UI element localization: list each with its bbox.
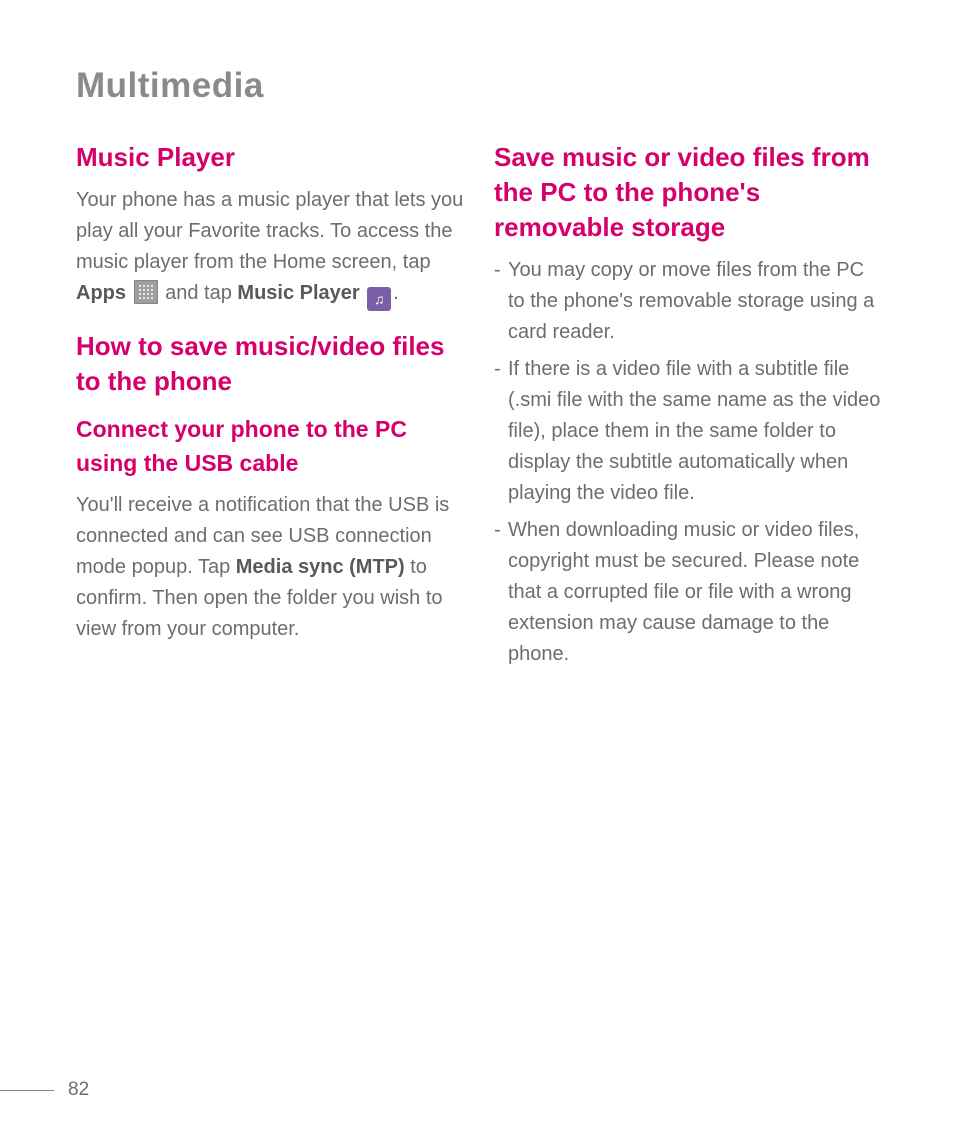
label-apps: Apps	[76, 282, 126, 304]
right-column: Save music or video files from the PC to…	[494, 140, 884, 676]
label-music-player: Music Player	[237, 282, 359, 304]
heading-how-to-save: How to save music/video files to the pho…	[76, 329, 466, 399]
text: Your phone has a music player that lets …	[76, 189, 463, 273]
heading-save-from-pc: Save music or video files from the PC to…	[494, 140, 884, 245]
left-column: Music Player Your phone has a music play…	[76, 140, 466, 676]
text: and tap	[160, 282, 238, 304]
page-footer: 82	[0, 1079, 89, 1101]
list-item: If there is a video file with a subtitle…	[494, 354, 884, 509]
heading-music-player: Music Player	[76, 140, 466, 175]
apps-icon	[134, 280, 158, 304]
list-item: You may copy or move files from the PC t…	[494, 255, 884, 348]
text: .	[393, 282, 399, 304]
page-title: Multimedia	[76, 66, 884, 106]
music-icon	[367, 287, 391, 311]
label-media-sync: Media sync (MTP)	[236, 556, 405, 578]
list-item: When downloading music or video files, c…	[494, 515, 884, 670]
heading-connect-usb: Connect your phone to the PC using the U…	[76, 413, 466, 480]
list-save-from-pc: You may copy or move files from the PC t…	[494, 255, 884, 670]
footer-rule	[0, 1090, 54, 1091]
para-music-player: Your phone has a music player that lets …	[76, 185, 466, 311]
para-connect-usb: You'll receive a notification that the U…	[76, 490, 466, 645]
page-number: 82	[68, 1079, 89, 1101]
content-columns: Music Player Your phone has a music play…	[76, 140, 884, 676]
